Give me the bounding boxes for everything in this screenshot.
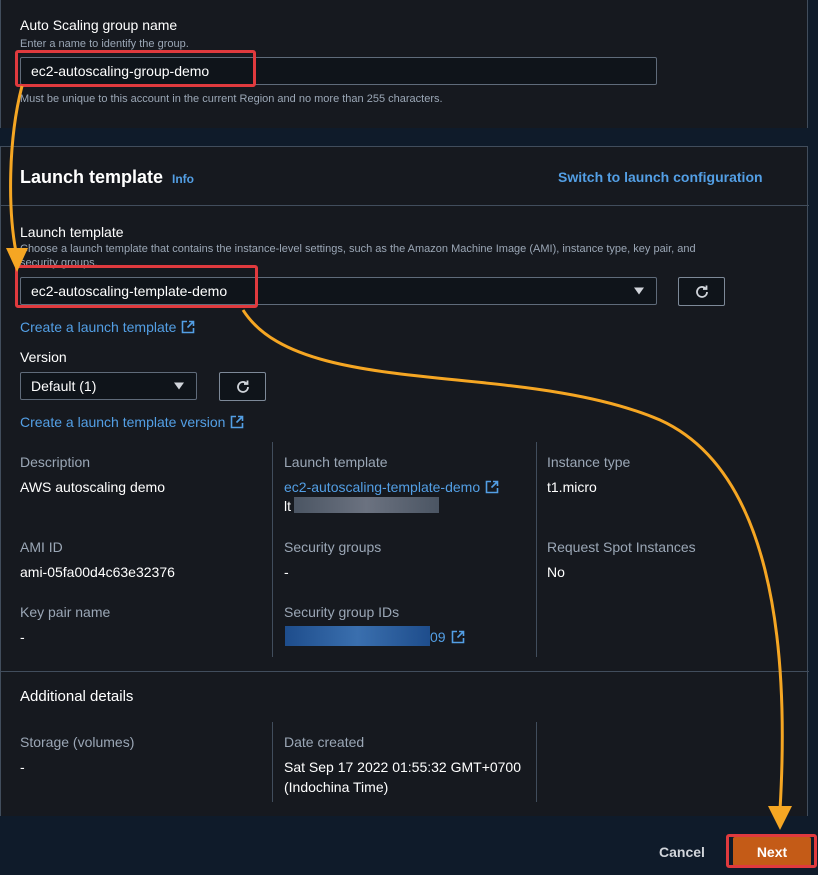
date-created-label: Date created xyxy=(284,734,365,750)
key-pair-label: Key pair name xyxy=(20,604,111,620)
refresh-icon xyxy=(695,285,708,298)
security-groups-label: Security groups xyxy=(284,539,382,555)
create-launch-template-version-link[interactable]: Create a launch template version xyxy=(20,414,244,430)
switch-link-label: Switch to launch configuration xyxy=(558,169,763,185)
security-groups-value: - xyxy=(284,564,289,580)
security-group-id-link[interactable]: 09 xyxy=(430,629,465,645)
key-pair-value: - xyxy=(20,629,25,645)
detail-launch-template-value: ec2-autoscaling-template-demo xyxy=(284,479,481,495)
security-group-id-suffix: 09 xyxy=(430,629,446,645)
additional-column-divider-1 xyxy=(272,722,273,802)
launch-template-desc-line1: Choose a launch template that contains t… xyxy=(20,243,696,255)
version-label: Version xyxy=(20,349,67,365)
highlight-group-name xyxy=(15,50,256,87)
external-link-icon xyxy=(182,320,195,334)
highlight-next-button xyxy=(726,834,817,868)
column-divider-2 xyxy=(536,442,537,657)
header-divider xyxy=(1,205,809,206)
info-link[interactable]: Info xyxy=(172,172,194,186)
storage-label: Storage (volumes) xyxy=(20,734,135,750)
caret-down-icon xyxy=(174,382,184,390)
ami-id-value: ami-05fa00d4c63e32376 xyxy=(20,564,175,580)
refresh-icon xyxy=(236,380,249,393)
switch-to-launch-configuration-link[interactable]: Switch to launch configuration xyxy=(558,169,763,185)
detail-launch-template-link[interactable]: ec2-autoscaling-template-demo xyxy=(284,479,499,495)
create-launch-template-label: Create a launch template xyxy=(20,319,177,335)
detail-launch-template-label: Launch template xyxy=(284,454,388,470)
refresh-templates-button[interactable] xyxy=(678,277,725,306)
launch-template-field-label: Launch template xyxy=(20,224,124,240)
external-link-icon xyxy=(231,415,244,429)
highlight-launch-template xyxy=(15,265,258,308)
additional-divider xyxy=(1,671,809,672)
column-divider-1 xyxy=(272,442,273,657)
security-group-ids-label: Security group IDs xyxy=(284,604,400,620)
group-name-hint: Enter a name to identify the group. xyxy=(20,38,189,50)
refresh-versions-button[interactable] xyxy=(219,372,266,401)
description-label: Description xyxy=(20,454,91,470)
version-selected: Default (1) xyxy=(31,378,97,394)
date-created-line2: (Indochina Time) xyxy=(284,779,389,795)
wizard-footer: Cancel Next xyxy=(0,816,818,875)
redacted-security-group-id xyxy=(285,626,430,646)
create-version-label: Create a launch template version xyxy=(20,414,226,430)
additional-details-heading: Additional details xyxy=(20,688,134,705)
cancel-button[interactable]: Cancel xyxy=(659,844,705,860)
launch-template-heading: Launch template xyxy=(20,167,164,187)
launch-template-id-prefix: lt xyxy=(284,498,291,514)
storage-value: - xyxy=(20,759,25,775)
group-name-label: Auto Scaling group name xyxy=(20,17,178,33)
group-name-constraint: Must be unique to this account in the cu… xyxy=(20,93,443,105)
instance-type-label: Instance type xyxy=(547,454,631,470)
date-created-line1: Sat Sep 17 2022 01:55:32 GMT+0700 xyxy=(284,759,522,775)
version-select[interactable]: Default (1) xyxy=(20,372,197,400)
spot-instances-label: Request Spot Instances xyxy=(547,539,696,555)
launch-template-card: Launch template Info Switch to launch co… xyxy=(0,146,809,816)
caret-down-icon xyxy=(634,287,644,295)
additional-column-divider-2 xyxy=(536,722,537,802)
redacted-launch-template-id xyxy=(294,497,439,513)
description-value: AWS autoscaling demo xyxy=(20,479,165,495)
external-link-icon xyxy=(485,480,499,494)
external-link-icon xyxy=(451,630,464,644)
create-launch-template-link[interactable]: Create a launch template xyxy=(20,319,195,335)
instance-type-value: t1.micro xyxy=(547,479,597,495)
ami-id-label: AMI ID xyxy=(20,539,63,555)
spot-instances-value: No xyxy=(547,564,565,580)
